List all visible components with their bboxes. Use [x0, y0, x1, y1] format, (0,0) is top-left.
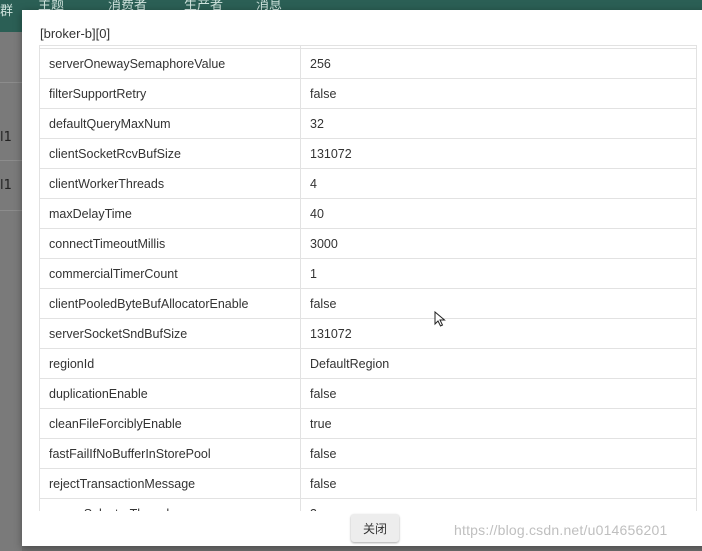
config-key: duplicationEnable	[39, 378, 301, 409]
config-key: serverSocketSndBufSize	[39, 318, 301, 349]
config-value: 3000	[300, 228, 697, 259]
config-value: 131072	[300, 138, 697, 169]
config-key: serverOnewaySemaphoreValue	[39, 48, 301, 79]
config-value: 4	[300, 168, 697, 199]
config-key: filterSupportRetry	[39, 78, 301, 109]
config-value: true	[300, 408, 697, 439]
config-value: false	[300, 288, 697, 319]
table-row: filterSupportRetry false	[39, 78, 697, 109]
bg-divider	[0, 160, 22, 161]
config-key: clientPooledByteBufAllocatorEnable	[39, 288, 301, 319]
bg-divider	[0, 210, 22, 211]
config-key: commercialTimerCount	[39, 258, 301, 289]
table-row: regionId DefaultRegion	[39, 348, 697, 379]
config-key: regionId	[39, 348, 301, 379]
config-table-scroll[interactable]: serverOnewaySemaphoreValue 256 filterSuppo…	[39, 45, 702, 511]
config-key: maxDelayTime	[39, 198, 301, 229]
broker-config-dialog: [broker-b][0] serverOnewaySemaphoreValue…	[22, 10, 702, 546]
config-key: defaultQueryMaxNum	[39, 108, 301, 139]
config-key: cleanFileForciblyEnable	[39, 408, 301, 439]
bg-glyph-2: l1	[0, 130, 12, 145]
config-value: 3	[300, 498, 697, 511]
config-table: serverOnewaySemaphoreValue 256 filterSuppo…	[39, 45, 697, 511]
nav-item-message[interactable]: 消息	[256, 0, 282, 13]
table-row: rejectTransactionMessage false	[39, 468, 697, 499]
table-row: cleanFileForciblyEnable true	[39, 408, 697, 439]
table-row: serverSocketSndBufSize 131072	[39, 318, 697, 349]
bg-glyph-1: 群	[0, 4, 14, 19]
nav-item-consumer[interactable]: 消费者	[108, 0, 147, 13]
config-value: DefaultRegion	[300, 348, 697, 379]
table-row: defaultQueryMaxNum 32	[39, 108, 697, 139]
table-row: maxDelayTime 40	[39, 198, 697, 229]
background-page-strip: 群 l1 l1	[0, 4, 22, 551]
config-key: rejectTransactionMessage	[39, 468, 301, 499]
table-row: fastFailIfNoBufferInStorePool false	[39, 438, 697, 469]
table-row: clientPooledByteBufAllocatorEnable false	[39, 288, 697, 319]
config-key: fastFailIfNoBufferInStorePool	[39, 438, 301, 469]
nav-item-producer[interactable]: 生产者	[184, 0, 223, 13]
dialog-title: [broker-b][0]	[40, 26, 111, 41]
config-value: 256	[300, 48, 697, 79]
config-value: 32	[300, 108, 697, 139]
config-value: 1	[300, 258, 697, 289]
table-row: connectTimeoutMillis 3000	[39, 228, 697, 259]
config-key: clientWorkerThreads	[39, 168, 301, 199]
config-value: false	[300, 378, 697, 409]
config-value: 131072	[300, 318, 697, 349]
config-value: false	[300, 438, 697, 469]
table-row: serverSelectorThreads3	[39, 498, 697, 511]
close-button[interactable]: 关闭	[351, 514, 399, 542]
table-row: clientSocketRcvBufSize 131072	[39, 138, 697, 169]
nav-item-topic[interactable]: 主题	[38, 0, 64, 13]
table-row: duplicationEnable false	[39, 378, 697, 409]
config-value: 40	[300, 198, 697, 229]
table-row: clientWorkerThreads 4	[39, 168, 697, 199]
table-row: serverOnewaySemaphoreValue 256	[39, 48, 697, 79]
table-row: commercialTimerCount 1	[39, 258, 697, 289]
config-key: clientSocketRcvBufSize	[39, 138, 301, 169]
config-value: false	[300, 468, 697, 499]
mouse-cursor-icon	[434, 311, 446, 327]
watermark: https://blog.csdn.net/u014656201	[454, 522, 668, 538]
config-value: false	[300, 78, 697, 109]
config-key: connectTimeoutMillis	[39, 228, 301, 259]
bg-divider	[0, 82, 22, 83]
config-key: serverSelectorThreads	[39, 498, 301, 511]
bg-glyph-3: l1	[0, 178, 12, 193]
